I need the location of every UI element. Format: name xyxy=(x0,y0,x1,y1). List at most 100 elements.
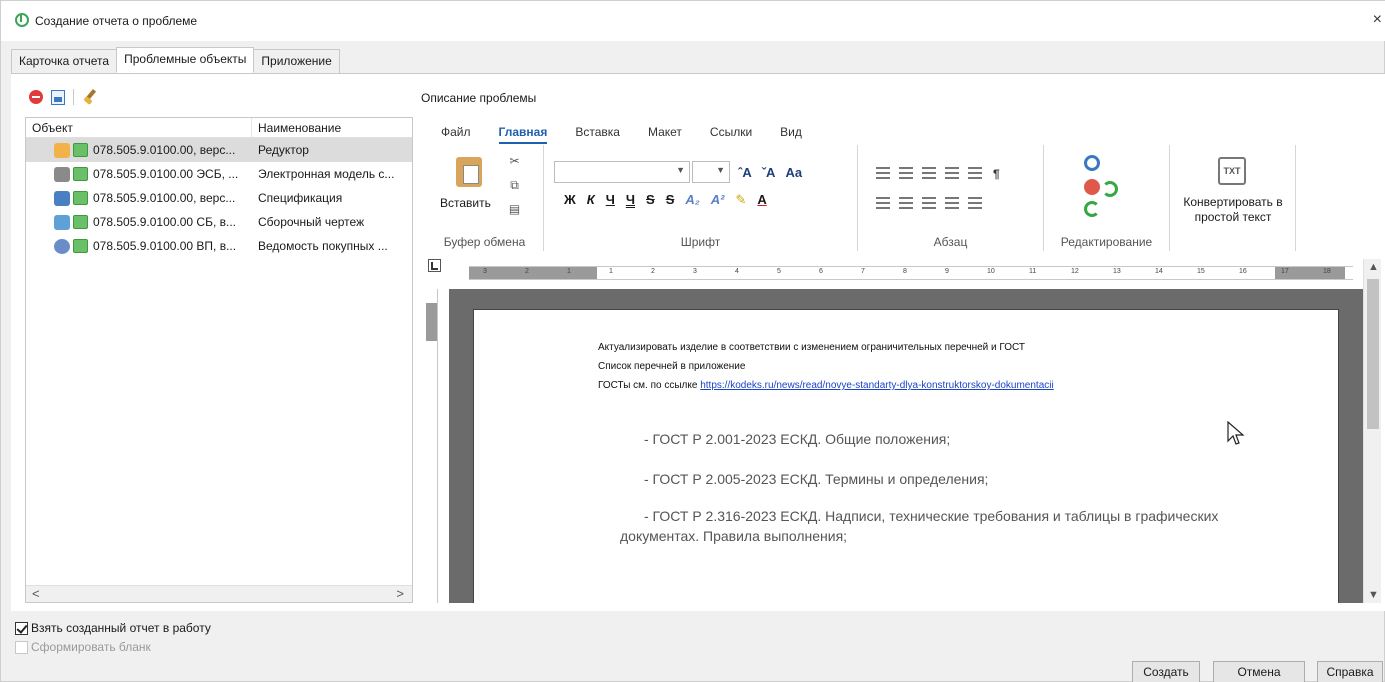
table-row[interactable]: 078.505.9.0100.00, верс... Редуктор xyxy=(26,138,412,162)
bold-button[interactable]: Ж xyxy=(564,192,576,208)
font-group-label: Шрифт xyxy=(680,235,721,249)
ruler-number: 1 xyxy=(609,268,613,275)
table-row[interactable]: 078.505.9.0100.00 ЭСБ, ... Электронная м… xyxy=(26,162,412,186)
ruler-numbers: 3 2 1 1 2 3 4 5 6 7 8 9 10 11 12 13 14 15 16 17 18 xyxy=(469,267,1353,279)
italic-button[interactable]: К xyxy=(587,192,595,208)
create-button[interactable]: Создать xyxy=(1132,661,1200,682)
object-cube-icon xyxy=(73,215,88,229)
font-name-select[interactable]: ▼ xyxy=(554,161,690,183)
align-center-icon[interactable] xyxy=(899,197,913,209)
align-buttons xyxy=(876,197,982,209)
replace-icon[interactable] xyxy=(1084,179,1100,195)
shrink-font-button[interactable]: ˇA xyxy=(762,165,776,180)
name-cell: Редуктор xyxy=(258,143,309,157)
brush-icon[interactable] xyxy=(82,89,98,105)
convert-to-plain-text-button[interactable]: Конвертировать в простой текст xyxy=(1170,195,1296,225)
tab-stop-selector[interactable] xyxy=(428,259,441,272)
bullets-icon[interactable] xyxy=(876,167,890,179)
take-into-work-checkbox[interactable]: Взять созданный отчет в работу xyxy=(15,621,211,635)
copy-icon[interactable]: ⧉ xyxy=(508,179,521,192)
grow-font-button[interactable]: ˆA xyxy=(738,165,752,180)
font-size-select[interactable]: ▼ xyxy=(692,161,730,183)
close-icon[interactable]: × xyxy=(1373,11,1382,29)
ribbon-tab-home[interactable]: Главная xyxy=(498,125,548,144)
undo-icon[interactable] xyxy=(1084,201,1100,217)
align-left-icon[interactable] xyxy=(876,197,890,209)
column-header-name[interactable]: Наименование xyxy=(252,118,412,137)
multilevel-list-icon[interactable] xyxy=(922,167,936,179)
cancel-button[interactable]: Отмена xyxy=(1213,661,1305,682)
horizontal-ruler[interactable]: 3 2 1 1 2 3 4 5 6 7 8 9 10 11 12 13 14 15 16 17 18 xyxy=(469,266,1353,280)
double-strikethrough-button[interactable]: S xyxy=(666,192,675,208)
document-vertical-scrollbar[interactable]: ▲ ▼ xyxy=(1363,259,1381,603)
find-icon[interactable] xyxy=(1084,155,1100,171)
convert-group[interactable]: TXT Конвертировать в простой текст xyxy=(1170,145,1296,251)
paragraph-group-label: Абзац xyxy=(933,235,968,249)
font-color-button[interactable]: A xyxy=(757,192,766,208)
highlight-button[interactable]: ✎ xyxy=(735,192,746,208)
change-case-button[interactable]: Aa xyxy=(785,165,802,180)
ribbon-tab-view[interactable]: Вид xyxy=(780,125,802,144)
help-button[interactable]: Справка xyxy=(1317,661,1383,682)
scroll-thumb[interactable] xyxy=(1367,279,1379,429)
table-row[interactable]: 078.505.9.0100.00 СБ, в... Сборочный чер… xyxy=(26,210,412,234)
tab-report-card[interactable]: Карточка отчета xyxy=(11,49,118,73)
numbering-icon[interactable] xyxy=(899,167,913,179)
justify-icon[interactable] xyxy=(945,197,959,209)
ribbon: Вставить ✂ ⧉ ▤ Буфер обмена ▼ ▼ ˆA ˇA Aa… xyxy=(426,145,1381,251)
ruler-number: 8 xyxy=(903,268,907,275)
ruler-number: 4 xyxy=(735,268,739,275)
redo-icon[interactable] xyxy=(1102,181,1118,197)
strikethrough-button[interactable]: S xyxy=(646,192,655,208)
document-page[interactable]: Актуализировать изделие в соответствии с… xyxy=(473,309,1339,603)
name-cell: Сборочный чертеж xyxy=(258,215,365,229)
vertical-ruler[interactable] xyxy=(426,289,438,603)
increase-indent-icon[interactable] xyxy=(968,167,982,179)
ruler-number: 12 xyxy=(1071,268,1079,275)
document-line: Актуализировать изделие в соответствии с… xyxy=(598,342,1026,353)
align-right-icon[interactable] xyxy=(922,197,936,209)
subscript-button[interactable]: A₂ xyxy=(685,192,699,208)
editing-group: Редактирование xyxy=(1044,145,1170,251)
gost-link[interactable]: https://kodeks.ru/news/read/novye-standa… xyxy=(700,380,1054,391)
scroll-up-icon[interactable]: ▲ xyxy=(1368,261,1379,273)
table-row[interactable]: 078.505.9.0100.00 ВП, в... Ведомость пок… xyxy=(26,234,412,258)
tab-problem-objects[interactable]: Проблемные объекты xyxy=(116,47,255,73)
tab-attachment[interactable]: Приложение xyxy=(253,49,340,73)
document-line: ГОСТы см. по ссылке https://kodeks.ru/ne… xyxy=(598,380,1054,391)
paste-icon[interactable] xyxy=(456,157,482,187)
ruler-number: 2 xyxy=(651,268,655,275)
column-header-object[interactable]: Объект xyxy=(26,118,252,137)
ribbon-tab-layout[interactable]: Макет xyxy=(648,125,682,144)
decrease-indent-icon[interactable] xyxy=(945,167,959,179)
double-underline-button[interactable]: Ч xyxy=(626,192,635,208)
cut-icon[interactable]: ✂ xyxy=(508,155,521,168)
table-header: Объект Наименование xyxy=(26,118,412,138)
scroll-down-icon[interactable]: ▼ xyxy=(1368,589,1379,601)
ribbon-tab-references[interactable]: Ссылки xyxy=(710,125,752,144)
line-spacing-icon[interactable] xyxy=(968,197,982,209)
superscript-button[interactable]: A² xyxy=(711,192,725,208)
table-row[interactable]: 078.505.9.0100.00, верс... Спецификация xyxy=(26,186,412,210)
document-area[interactable]: Актуализировать изделие в соответствии с… xyxy=(449,289,1363,603)
paste-button[interactable]: Вставить xyxy=(440,196,491,210)
ribbon-tab-file[interactable]: Файл xyxy=(441,125,471,144)
pilcrow-icon[interactable]: ¶ xyxy=(993,167,1000,181)
document-line: Список перечней в приложение xyxy=(598,361,746,372)
remove-icon[interactable] xyxy=(29,90,43,104)
horizontal-scrollbar[interactable]: < > xyxy=(26,585,412,602)
take-into-work-label: Взять созданный отчет в работу xyxy=(31,621,211,635)
ruler-number: 11 xyxy=(1029,268,1037,275)
underline-button[interactable]: Ч xyxy=(606,192,615,208)
scroll-left-icon[interactable]: < xyxy=(32,586,40,601)
checkbox-checked-icon[interactable] xyxy=(15,621,28,635)
ruler-number: 9 xyxy=(945,268,949,275)
ruler-number: 3 xyxy=(483,268,487,275)
scroll-right-icon[interactable]: > xyxy=(396,586,404,601)
format-painter-icon[interactable]: ▤ xyxy=(508,203,521,216)
ribbon-tab-insert[interactable]: Вставка xyxy=(575,125,620,144)
font-size-buttons: ˆA ˇA Aa xyxy=(738,165,802,180)
gost-item: - ГОСТ Р 2.005-2023 ЕСКД. Термины и опре… xyxy=(644,471,989,487)
document-icon[interactable] xyxy=(51,89,65,105)
specification-icon xyxy=(54,190,70,206)
